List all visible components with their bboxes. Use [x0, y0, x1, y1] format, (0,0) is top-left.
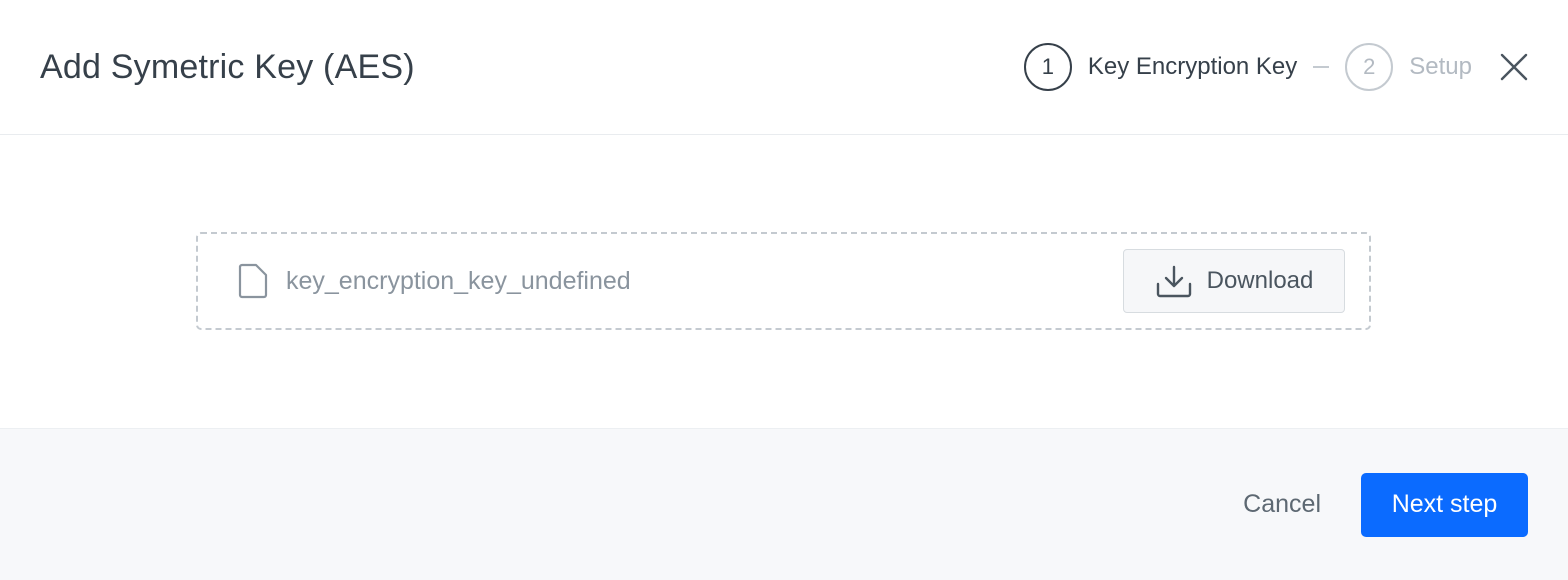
step-number: 2 [1345, 43, 1394, 91]
file-name: key_encryption_key_undefined [286, 266, 631, 295]
stepper: 1 Key Encryption Key 2 Setup [1023, 43, 1528, 91]
add-key-modal: Add Symetric Key (AES) 1 Key Encryption … [0, 0, 1568, 580]
step-number: 1 [1023, 43, 1072, 91]
cancel-button[interactable]: Cancel [1243, 480, 1321, 529]
modal-body: key_encryption_key_undefined Download [0, 135, 1568, 428]
step-key-encryption-key: 1 Key Encryption Key [1023, 43, 1298, 91]
next-step-button[interactable]: Next step [1361, 472, 1528, 537]
step-label: Setup [1409, 53, 1472, 80]
close-icon [1500, 53, 1528, 81]
step-separator [1313, 66, 1330, 68]
step-setup: 2 Setup [1345, 43, 1472, 91]
file-icon [238, 263, 270, 299]
download-label: Download [1206, 267, 1314, 294]
close-button[interactable] [1494, 47, 1534, 87]
step-label: Key Encryption Key [1087, 53, 1298, 80]
modal-header: Add Symetric Key (AES) 1 Key Encryption … [0, 0, 1568, 135]
modal-title: Add Symetric Key (AES) [40, 47, 415, 86]
file-box: key_encryption_key_undefined Download [196, 232, 1371, 330]
download-icon [1156, 265, 1191, 298]
modal-footer: Cancel Next step [0, 428, 1568, 580]
download-button[interactable]: Download [1123, 249, 1345, 313]
